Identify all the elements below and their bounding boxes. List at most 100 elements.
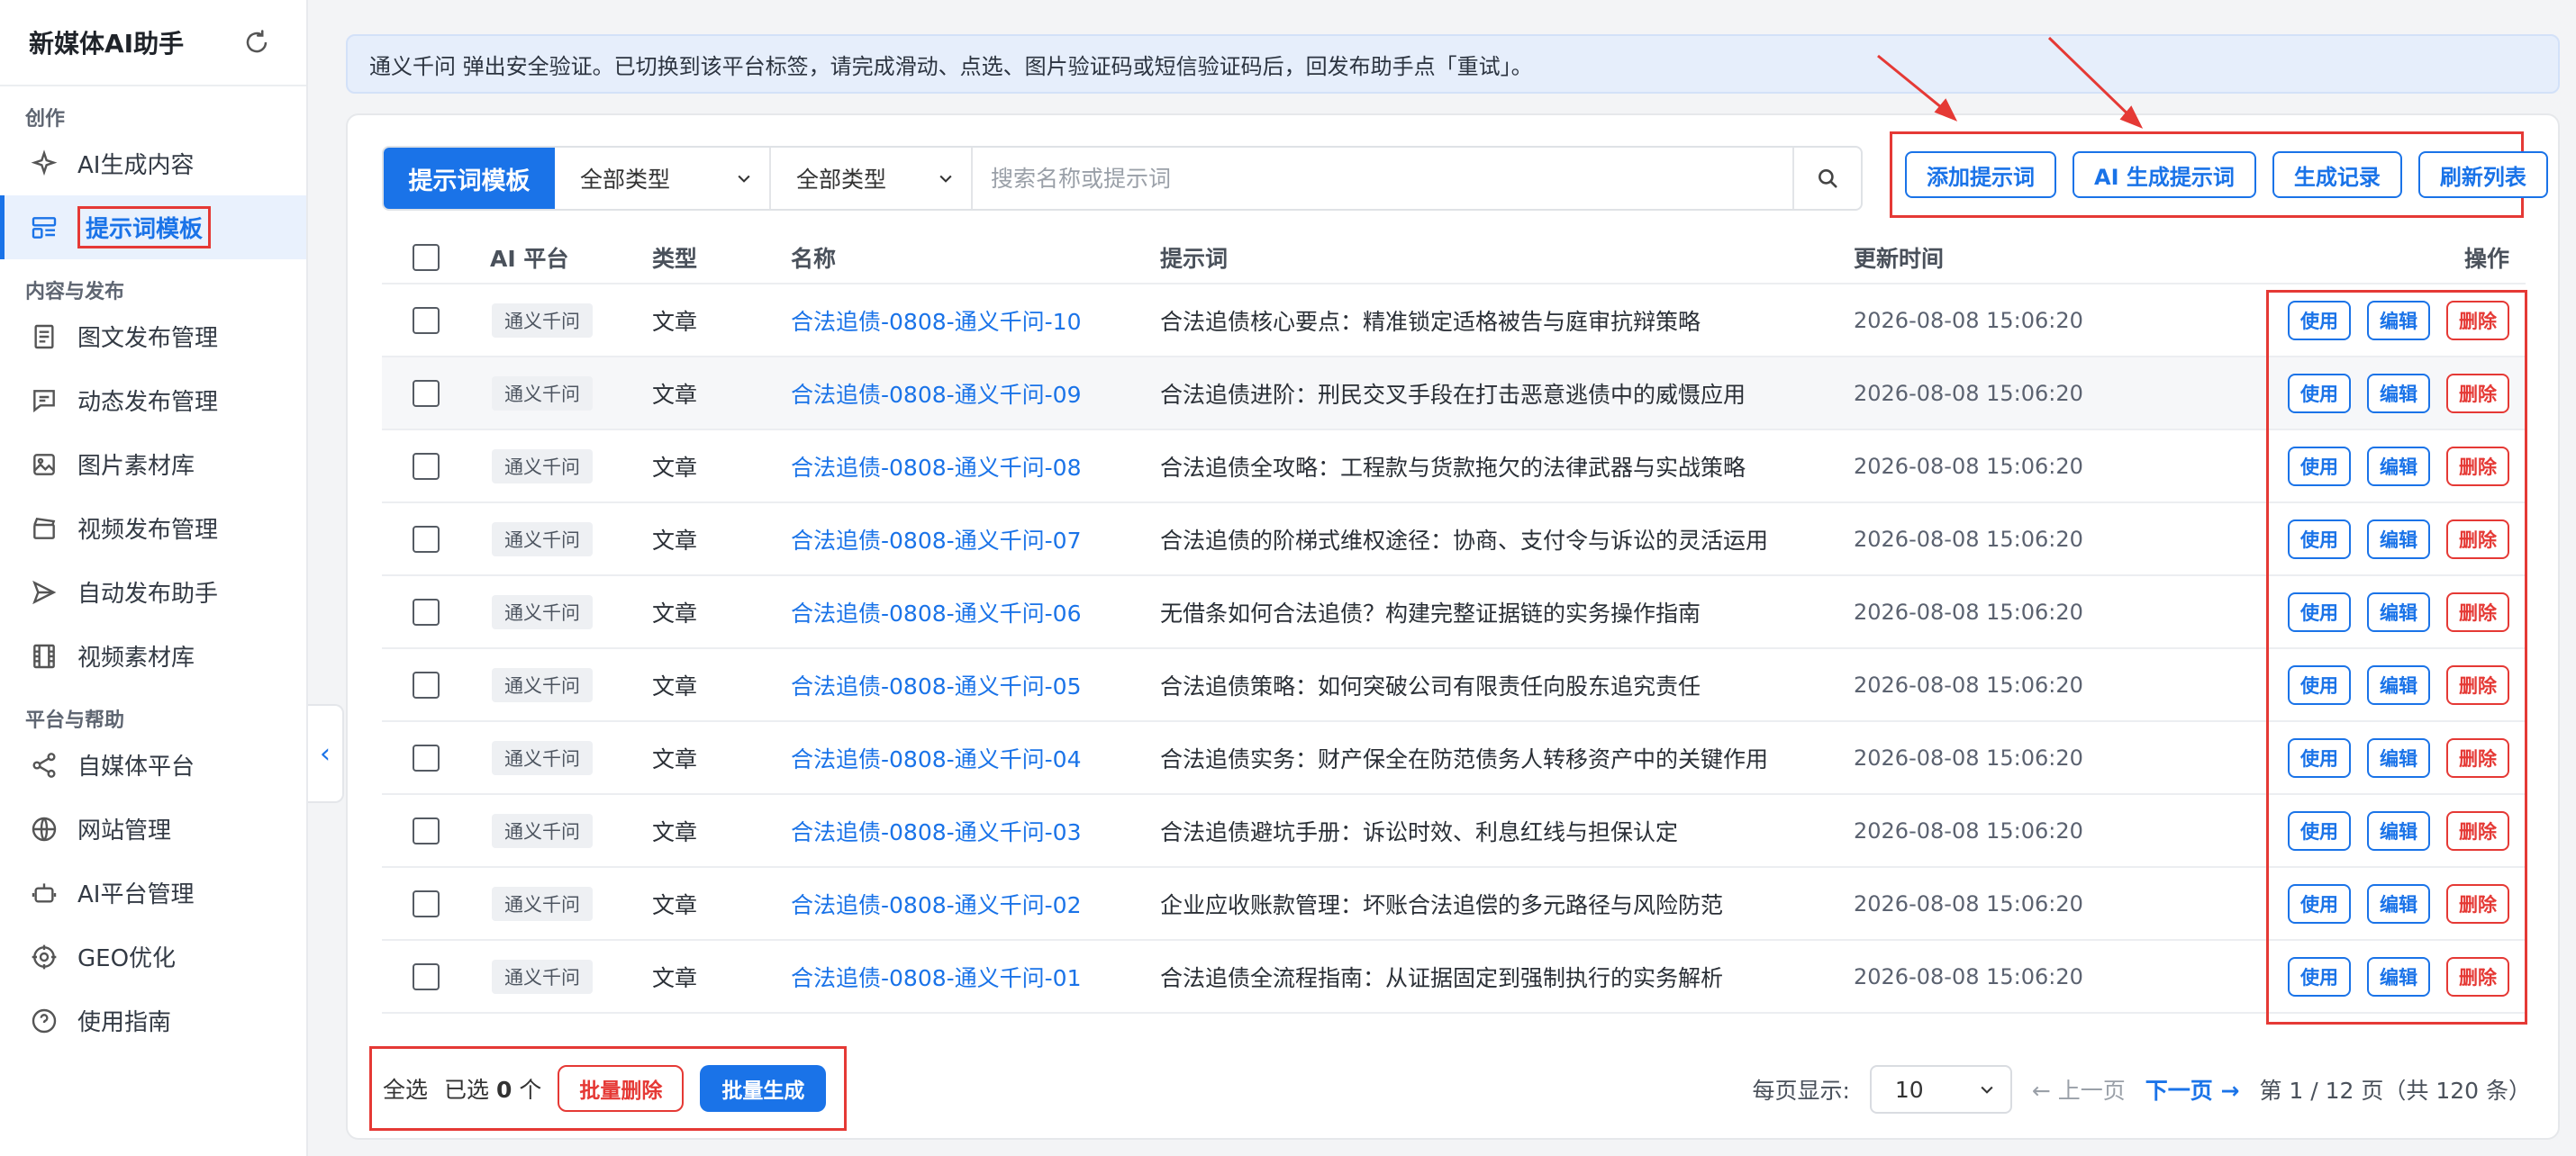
delete-button[interactable]: 删除 — [2446, 810, 2509, 851]
use-button[interactable]: 使用 — [2288, 592, 2351, 632]
row-checkbox[interactable] — [413, 379, 440, 407]
prev-page-link[interactable]: ← 上一页 — [2032, 1073, 2126, 1106]
search-input[interactable] — [973, 148, 1792, 209]
prompt-cell: 合法追债全攻略：工程款与货款拖欠的法律武器与实战策略 — [1160, 454, 1746, 481]
sidebar-item-media-platform[interactable]: 自媒体平台 — [0, 733, 306, 797]
sidebar-item-auto-publish[interactable]: 自动发布助手 — [0, 560, 306, 624]
table-row: 通义千问 文章 合法追债-0808-通义千问-01 合法追债全流程指南：从证据固… — [382, 941, 2526, 1014]
template-name-link[interactable]: 合法追债-0808-通义千问-05 — [791, 673, 1082, 700]
edit-button[interactable]: 编辑 — [2367, 956, 2430, 997]
use-button[interactable]: 使用 — [2288, 737, 2351, 778]
platform-tag: 通义千问 — [492, 886, 593, 921]
template-name-link[interactable]: 合法追债-0808-通义千问-03 — [791, 819, 1082, 845]
row-checkbox[interactable] — [413, 890, 440, 917]
template-name-link[interactable]: 合法追债-0808-通义千问-04 — [791, 746, 1082, 772]
edit-button[interactable]: 编辑 — [2367, 810, 2430, 851]
brand-header: 新媒体AI助手 — [0, 0, 306, 86]
refresh-list-button[interactable]: 刷新列表 — [2417, 151, 2548, 198]
platform-filter-select[interactable]: 全部类型 — [555, 148, 771, 209]
delete-button[interactable]: 删除 — [2446, 956, 2509, 997]
row-checkbox[interactable] — [413, 817, 440, 844]
delete-button[interactable]: 删除 — [2446, 446, 2509, 486]
table-row: 通义千问 文章 合法追债-0808-通义千问-02 企业应收账款管理：坏账合法追… — [382, 868, 2526, 941]
template-tab-button[interactable]: 提示词模板 — [384, 148, 555, 209]
sidebar-item-article-publish[interactable]: 图文发布管理 — [0, 304, 306, 368]
batch-delete-button[interactable]: 批量删除 — [558, 1065, 685, 1112]
use-button[interactable]: 使用 — [2288, 446, 2351, 486]
row-checkbox[interactable] — [413, 598, 440, 626]
sidebar-item-video-library[interactable]: 视频素材库 — [0, 624, 306, 688]
delete-button[interactable]: 删除 — [2446, 883, 2509, 924]
sidebar-item-prompt-templates[interactable]: 提示词模板 — [0, 195, 306, 259]
edit-button[interactable]: 编辑 — [2367, 446, 2430, 486]
updated-time-cell: 2026-08-08 15:06:20 — [1854, 453, 2083, 479]
use-button[interactable]: 使用 — [2288, 810, 2351, 851]
use-button[interactable]: 使用 — [2288, 883, 2351, 924]
type-filter-select[interactable]: 全部类型 — [771, 148, 973, 209]
template-name-link[interactable]: 合法追债-0808-通义千问-08 — [791, 455, 1082, 481]
use-button[interactable]: 使用 — [2288, 373, 2351, 413]
sidebar-item-geo[interactable]: GEO优化 — [0, 925, 306, 989]
template-name-link[interactable]: 合法追债-0808-通义千问-01 — [791, 965, 1082, 991]
template-name-link[interactable]: 合法追债-0808-通义千问-09 — [791, 382, 1082, 408]
sidebar-item-label: 视频素材库 — [77, 645, 195, 672]
delete-button[interactable]: 删除 — [2446, 519, 2509, 559]
per-page-select[interactable]: 10 — [1869, 1065, 2012, 1114]
delete-button[interactable]: 删除 — [2446, 300, 2509, 340]
edit-button[interactable]: 编辑 — [2367, 664, 2430, 705]
sidebar-item-website[interactable]: 网站管理 — [0, 797, 306, 861]
film-icon — [29, 641, 59, 672]
edit-button[interactable]: 编辑 — [2367, 737, 2430, 778]
sidebar-item-label: 使用指南 — [77, 1009, 172, 1036]
type-cell: 文章 — [652, 308, 698, 335]
sidebar-item-ai-content[interactable]: AI生成内容 — [0, 131, 306, 195]
platform-tag: 通义千问 — [492, 521, 593, 556]
use-button[interactable]: 使用 — [2288, 519, 2351, 559]
platform-tag: 通义千问 — [492, 448, 593, 483]
template-name-link[interactable]: 合法追债-0808-通义千问-07 — [791, 528, 1082, 554]
sidebar-item-image-library[interactable]: 图片素材库 — [0, 432, 306, 496]
edit-button[interactable]: 编辑 — [2367, 519, 2430, 559]
use-button[interactable]: 使用 — [2288, 664, 2351, 705]
add-prompt-button[interactable]: 添加提示词 — [1905, 151, 2056, 198]
select-all-label[interactable]: 全选 — [383, 1072, 428, 1105]
template-name-link[interactable]: 合法追债-0808-通义千问-06 — [791, 601, 1082, 627]
send-icon — [29, 577, 59, 608]
next-page-link[interactable]: 下一页 → — [2145, 1073, 2240, 1106]
delete-button[interactable]: 删除 — [2446, 373, 2509, 413]
sidebar-item-dynamic-publish[interactable]: 动态发布管理 — [0, 368, 306, 432]
ai-generate-prompt-button[interactable]: AI 生成提示词 — [2073, 151, 2256, 198]
edit-button[interactable]: 编辑 — [2367, 373, 2430, 413]
template-name-link[interactable]: 合法追债-0808-通义千问-02 — [791, 892, 1082, 918]
sidebar-item-guide[interactable]: 使用指南 — [0, 989, 306, 1052]
prompt-cell: 合法追债进阶：刑民交叉手段在打击恶意逃债中的威慑应用 — [1160, 381, 1746, 408]
generation-history-button[interactable]: 生成记录 — [2272, 151, 2402, 198]
header-ops: 操作 — [2463, 246, 2509, 272]
sidebar-item-label: AI平台管理 — [77, 881, 195, 908]
search-button[interactable] — [1792, 148, 1861, 209]
row-checkbox[interactable] — [413, 962, 440, 990]
use-button[interactable]: 使用 — [2288, 300, 2351, 340]
row-checkbox[interactable] — [413, 525, 440, 553]
row-checkbox[interactable] — [413, 744, 440, 772]
table-row: 通义千问 文章 合法追债-0808-通义千问-10 合法追债核心要点：精准锁定适… — [382, 284, 2526, 357]
delete-button[interactable]: 删除 — [2446, 664, 2509, 705]
edit-button[interactable]: 编辑 — [2367, 883, 2430, 924]
row-checkbox[interactable] — [413, 452, 440, 480]
sidebar-item-video-publish[interactable]: 视频发布管理 — [0, 496, 306, 560]
refresh-icon[interactable] — [243, 29, 270, 56]
edit-button[interactable]: 编辑 — [2367, 300, 2430, 340]
row-checkbox[interactable] — [413, 306, 440, 334]
row-checkbox[interactable] — [413, 671, 440, 699]
batch-generate-button[interactable]: 批量生成 — [700, 1065, 827, 1112]
pagination: 每页显示: 10 ← 上一页 下一页 → 第 1 / 12 页（共 120 条） — [1752, 1062, 2531, 1116]
edit-button[interactable]: 编辑 — [2367, 592, 2430, 632]
delete-button[interactable]: 删除 — [2446, 737, 2509, 778]
use-button[interactable]: 使用 — [2288, 956, 2351, 997]
help-icon — [29, 1006, 59, 1036]
select-all-checkbox[interactable] — [413, 244, 440, 271]
collapse-sidebar-button[interactable]: ‹ — [308, 704, 344, 803]
template-name-link[interactable]: 合法追债-0808-通义千问-10 — [791, 309, 1082, 335]
sidebar-item-ai-platform[interactable]: AI平台管理 — [0, 861, 306, 925]
delete-button[interactable]: 删除 — [2446, 592, 2509, 632]
